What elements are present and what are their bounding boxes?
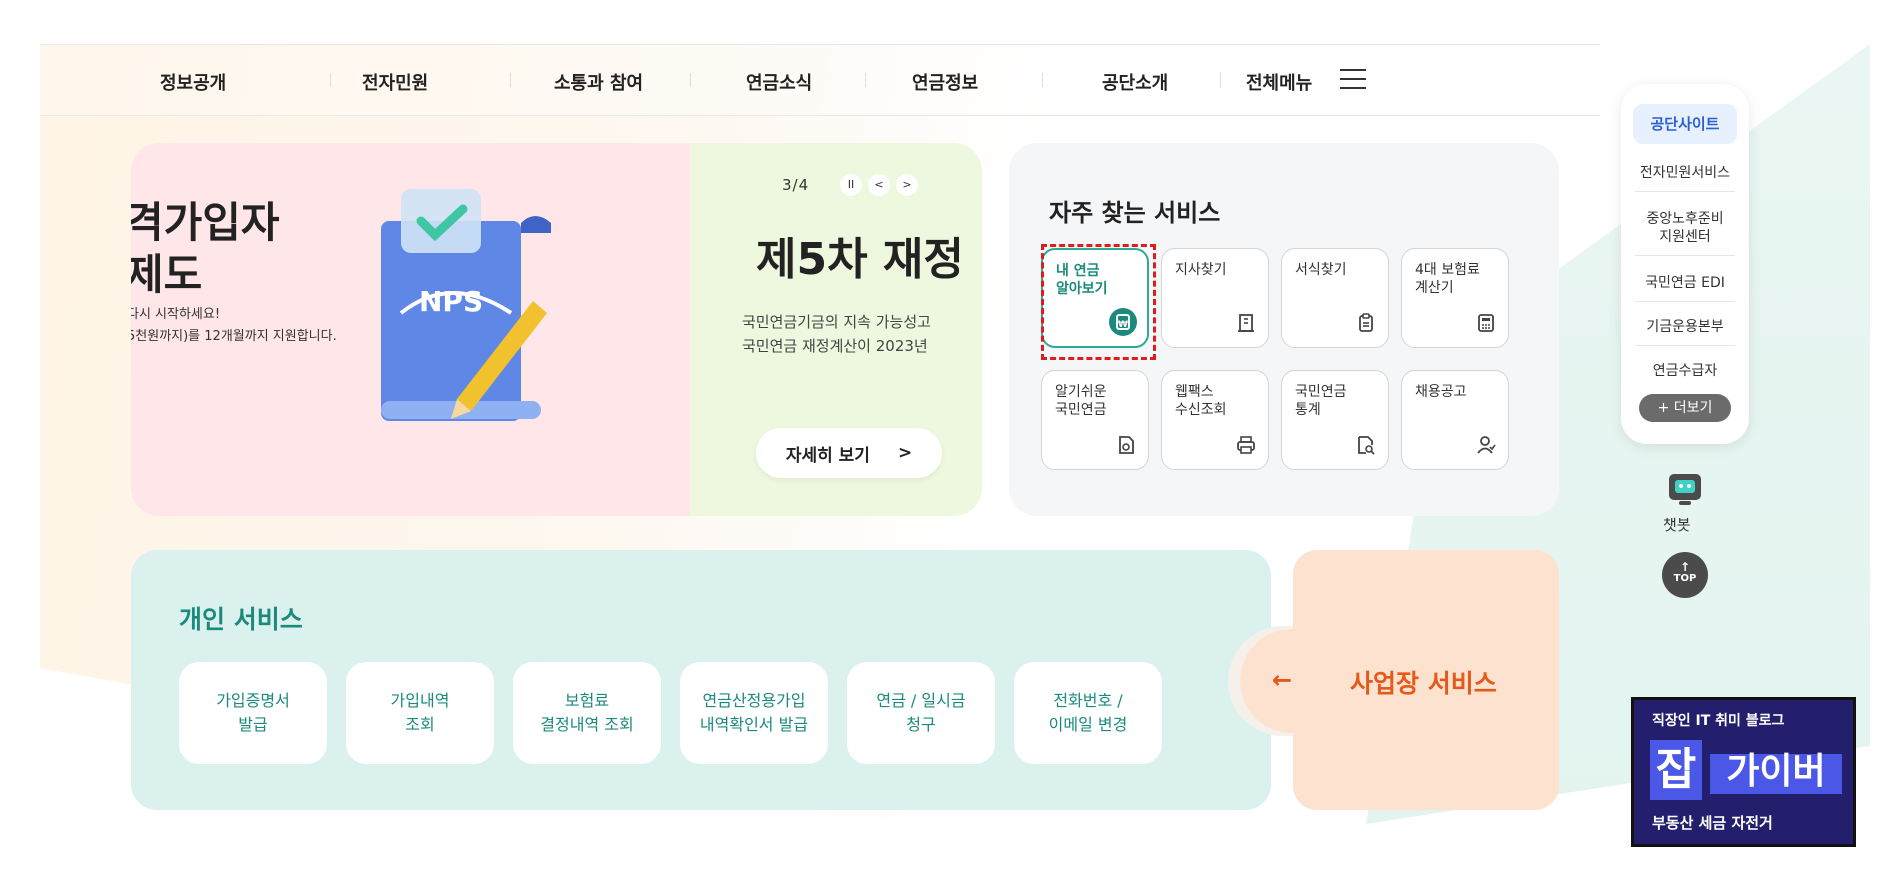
slide-counter: 3/4 — [782, 176, 810, 194]
nav-separator — [690, 73, 691, 87]
nav-item-e-civil[interactable]: 전자민원 — [362, 69, 428, 95]
hero-desc-line1: 국민연금기금의 지속 가능성고 — [742, 313, 931, 331]
sidebar-heading[interactable]: 공단사이트 — [1633, 104, 1737, 144]
hero-slide-current: 3/4 II < > 제5차 재정 국민연금기금의 지속 가능성고 국민연금 재… — [690, 143, 982, 516]
person-icon — [1477, 436, 1496, 454]
service-label: 지사찾기 — [1175, 262, 1227, 278]
personal-service-pension-calc[interactable]: 연금산정용가입 내역확인서 발급 — [680, 662, 828, 764]
won-document-icon: ₩ — [1109, 308, 1137, 336]
sidebar-item-retirement-center[interactable]: 중앙노후준비 지원센터 — [1635, 210, 1735, 256]
chatbot-icon[interactable] — [1665, 470, 1705, 510]
hero-a-sub-line2: 5천원까지)를 12개월까지 지원합니다. — [131, 329, 337, 344]
service-label: 내 연금 알아보기 — [1056, 263, 1108, 297]
detail-button[interactable]: 자세히 보기 > — [756, 428, 942, 478]
nav-item-pension-news[interactable]: 연금소식 — [746, 69, 812, 95]
nps-document-illustration: NPS — [381, 189, 551, 421]
personal-service-contact-change[interactable]: 전화번호 / 이메일 변경 — [1014, 662, 1162, 764]
sidebar-item-edi[interactable]: 국민연금 EDI — [1635, 274, 1735, 302]
service-recruitment[interactable]: 채용공고 — [1401, 370, 1509, 470]
nav-separator — [1042, 73, 1043, 87]
hero-a-title-line2: 제도 — [131, 250, 203, 299]
chatbot-label: 챗봇 — [1663, 516, 1691, 534]
nav-separator — [330, 73, 331, 87]
nav-item-communication[interactable]: 소통과 참여 — [554, 69, 643, 95]
service-label: 서식찾기 — [1295, 262, 1347, 278]
search-document-icon — [1358, 436, 1375, 455]
business-services-tab[interactable] — [1240, 629, 1350, 733]
calculator-icon — [1478, 314, 1494, 332]
business-services-title[interactable]: 사업장 서비스 — [1350, 664, 1497, 700]
arrow-left-icon: ← — [1272, 666, 1293, 694]
scroll-top-button[interactable]: ↑ TOP — [1662, 552, 1708, 598]
top-label: TOP — [1673, 573, 1697, 584]
building-icon — [1238, 314, 1254, 332]
detail-button-label: 자세히 보기 — [785, 445, 870, 466]
personal-service-premium[interactable]: 보험료 결정내역 조회 — [513, 662, 661, 764]
service-label: 4대 보험료 계산기 — [1415, 262, 1480, 296]
personal-services-panel: 개인 서비스 가입증명서 발급 가입내역 조회 보험료 결정내역 조회 연금산정… — [131, 550, 1271, 810]
sidebar-item-fund-management[interactable]: 기금운용본부 — [1635, 318, 1735, 346]
nav-separator — [1220, 73, 1221, 87]
personal-service-history[interactable]: 가입내역 조회 — [346, 662, 494, 764]
frequent-services-title: 자주 찾는 서비스 — [1049, 199, 1221, 227]
blog-watermark: 직장인 IT 취미 블로그 잡 가이버 부동산 세금 자전거 — [1631, 697, 1856, 847]
hero-desc-line2: 국민연금 재정계산이 2023년 — [742, 337, 928, 355]
nps-logo-text: NPS — [419, 285, 483, 318]
watermark-jab-text: 잡 — [1655, 744, 1697, 795]
service-label: 채용공고 — [1415, 384, 1467, 400]
personal-service-claim[interactable]: 연금 / 일시금 청구 — [847, 662, 995, 764]
prev-slide-button[interactable]: < — [868, 174, 890, 196]
svg-text:₩: ₩ — [1118, 320, 1128, 330]
hamburger-icon[interactable] — [1340, 69, 1366, 89]
service-easy-pension[interactable]: 알기쉬운 국민연금 — [1041, 370, 1149, 470]
service-pension-statistics[interactable]: 국민연금 통계 — [1281, 370, 1389, 470]
clipboard-icon — [1359, 313, 1373, 332]
watermark-top-text: 직장인 IT 취미 블로그 — [1652, 713, 1785, 729]
nav-separator — [865, 73, 866, 87]
all-menu-button[interactable]: 전체메뉴 — [1246, 69, 1312, 95]
service-find-form[interactable]: 서식찾기 — [1281, 248, 1389, 348]
top-navigation: 정보공개 전자민원 소통과 참여 연금소식 연금정보 공단소개 전체메뉴 — [40, 44, 1600, 116]
hero-title: 제5차 재정 — [756, 234, 964, 285]
sidebar-item-pensioner[interactable]: 연금수급자 — [1635, 362, 1735, 389]
site-sidebar: 공단사이트 전자민원서비스 중앙노후준비 지원센터 국민연금 EDI 기금운용본… — [1621, 84, 1749, 444]
hero-slide-previous: 격가입자 제도 다시 시작하세요! 5천원까지)를 12개월까지 지원합니다. … — [131, 143, 691, 516]
nav-item-about[interactable]: 공단소개 — [1102, 69, 1168, 95]
service-find-branch[interactable]: 지사찾기 — [1161, 248, 1269, 348]
nav-separator — [510, 73, 511, 87]
pause-button[interactable]: II — [840, 174, 862, 196]
service-my-pension[interactable]: 내 연금 알아보기 ₩ — [1041, 248, 1149, 348]
arrow-up-icon: ↑ — [1679, 560, 1691, 574]
service-insurance-calculator[interactable]: 4대 보험료 계산기 — [1401, 248, 1509, 348]
nav-item-info-disclosure[interactable]: 정보공개 — [160, 69, 226, 95]
next-slide-button[interactable]: > — [896, 174, 918, 196]
personal-service-certificate[interactable]: 가입증명서 발급 — [179, 662, 327, 764]
sidebar-item-e-civil[interactable]: 전자민원서비스 — [1635, 164, 1735, 192]
watermark-gaiber-text: 가이버 — [1726, 751, 1826, 792]
watermark-bottom-text: 부동산 세금 자전거 — [1652, 814, 1773, 832]
nav-item-pension-info[interactable]: 연금정보 — [912, 69, 978, 95]
chevron-right-icon: > — [897, 443, 913, 463]
printer-icon — [1237, 436, 1255, 454]
service-label: 국민연금 통계 — [1295, 384, 1347, 418]
document-icon — [1119, 436, 1134, 454]
personal-services-title: 개인 서비스 — [179, 605, 303, 634]
service-label: 알기쉬운 국민연금 — [1055, 384, 1107, 418]
more-button[interactable]: + 더보기 — [1639, 394, 1731, 422]
hero-a-sub-line1: 다시 시작하세요! — [131, 307, 221, 322]
service-label: 웹팩스 수신조회 — [1175, 384, 1227, 418]
service-webfax[interactable]: 웹팩스 수신조회 — [1161, 370, 1269, 470]
